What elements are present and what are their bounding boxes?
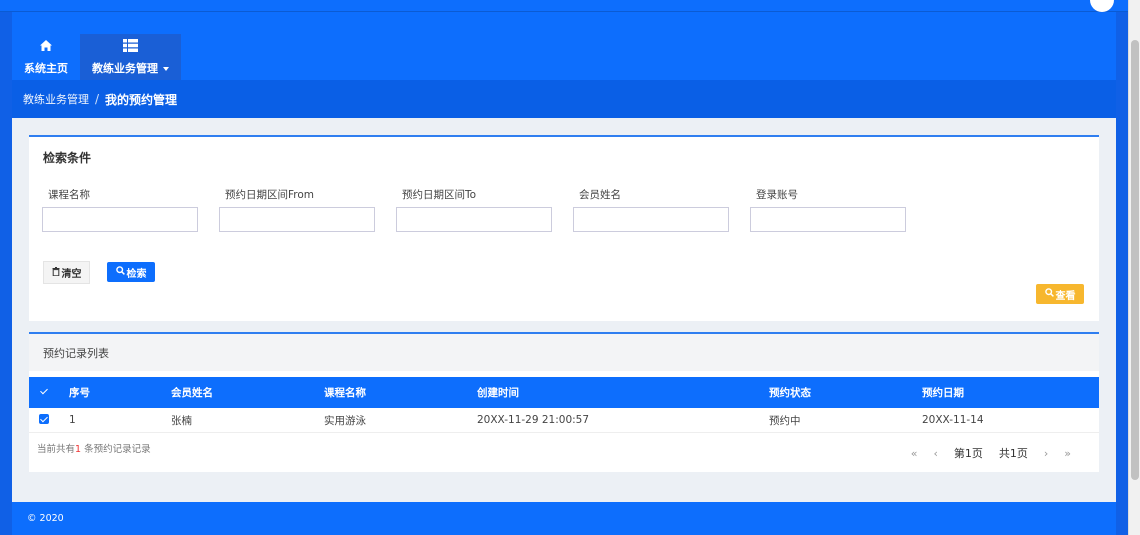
date-to-input[interactable] (396, 207, 552, 232)
scrollbar-thumb[interactable] (1131, 40, 1139, 480)
first-page-icon[interactable]: « (911, 447, 918, 460)
copyright: © 2020 (27, 513, 64, 524)
select-all-checkbox[interactable] (39, 386, 49, 396)
column-header[interactable]: 创建时间 (477, 385, 769, 400)
field-date-to: 预约日期区间To (396, 187, 552, 232)
footer: © 2020 (12, 502, 1116, 535)
cell-course: 实用游泳 (324, 414, 366, 427)
record-list-title: 预约记录列表 (29, 334, 1099, 371)
field-label: 预约日期区间To (402, 189, 477, 201)
field-label: 预约日期区间From (225, 189, 315, 201)
cell-no: 1 (69, 414, 76, 426)
column-header[interactable]: 预约状态 (769, 385, 922, 400)
search-panel: 检索条件 课程名称 预约日期区间From 预约日期区间To 会员姓名 登录账号 (29, 135, 1099, 321)
last-page-icon[interactable]: » (1064, 447, 1071, 460)
nav-item-home[interactable]: 系统主页 (12, 34, 80, 80)
field-date-from: 预约日期区间From (219, 187, 375, 232)
column-header[interactable]: 课程名称 (324, 385, 477, 400)
field-label: 课程名称 (48, 189, 90, 201)
member-name-input[interactable] (573, 207, 729, 232)
cell-status: 预约中 (769, 414, 801, 427)
main-content: 检索条件 课程名称 预约日期区间From 预约日期区间To 会员姓名 登录账号 (12, 118, 1116, 502)
search-button[interactable]: 检索 (107, 262, 155, 282)
date-from-input[interactable] (219, 207, 375, 232)
table-header-row: 序号 会员姓名 课程名称 创建时间 预约状态 预约日期 (29, 377, 1099, 408)
pagination: « ‹ 第1页 共1页 › » (903, 445, 1079, 461)
nav-item-coach-business[interactable]: 教练业务管理 (80, 34, 181, 80)
prev-page-icon[interactable]: ‹ (933, 447, 937, 460)
avatar[interactable] (1090, 0, 1114, 12)
top-header (0, 0, 1128, 12)
breadcrumb-separator: / (95, 92, 100, 106)
page-title: 我的预约管理 (105, 92, 178, 107)
row-checkbox[interactable] (39, 413, 49, 424)
clear-button[interactable]: 清空 (43, 261, 90, 284)
field-label: 会员姓名 (579, 189, 621, 201)
view-button-label: 查看 (1055, 290, 1076, 302)
column-header[interactable]: 预约日期 (922, 385, 1099, 400)
breadcrumb: 教练业务管理 / 我的预约管理 (12, 80, 1116, 118)
page-scrollbar[interactable] (1128, 0, 1140, 535)
chevron-down-icon (163, 66, 169, 71)
record-list-panel: 预约记录列表 序号 会员姓名 课程名称 创建时间 预约状态 预约日期 1 张楠 … (29, 332, 1099, 472)
search-icon (1044, 288, 1054, 300)
search-panel-title: 检索条件 (43, 151, 92, 165)
current-page: 第1页 (953, 447, 983, 460)
clear-button-label: 清空 (61, 269, 82, 280)
column-header[interactable]: 序号 (69, 385, 171, 400)
list-icon (123, 38, 138, 56)
login-account-input[interactable] (750, 207, 906, 232)
record-summary: 当前共有1 条预约记录记录 (37, 441, 151, 455)
field-login-account: 登录账号 (750, 187, 906, 232)
search-icon (115, 266, 125, 278)
search-button-label: 检索 (126, 268, 147, 280)
summary-prefix: 当前共有 (37, 444, 76, 455)
main-nav: 系统主页 教练业务管理 (12, 34, 181, 80)
course-name-input[interactable] (42, 207, 198, 232)
home-icon (39, 39, 53, 56)
cell-created: 20XX-11-29 21:00:57 (477, 414, 590, 426)
view-button[interactable]: 查看 (1036, 284, 1084, 304)
page-container: 系统主页 教练业务管理 教练业务管理 / 我的预约管理 检索条件 课程名称 预约… (12, 12, 1116, 535)
cell-member: 张楠 (171, 414, 192, 427)
cell-date: 20XX-11-14 (922, 414, 984, 426)
field-course-name: 课程名称 (42, 187, 198, 232)
summary-suffix: 条预约记录记录 (81, 444, 151, 455)
breadcrumb-parent[interactable]: 教练业务管理 (23, 91, 89, 107)
table-row[interactable]: 1 张楠 实用游泳 20XX-11-29 21:00:57 预约中 20XX-1… (29, 408, 1099, 433)
trash-icon (52, 266, 60, 279)
field-label: 登录账号 (756, 189, 798, 201)
nav-home-label: 系统主页 (24, 61, 68, 75)
nav-coach-business-label: 教练业务管理 (92, 61, 158, 75)
field-member-name: 会员姓名 (573, 187, 729, 232)
record-table: 序号 会员姓名 课程名称 创建时间 预约状态 预约日期 1 张楠 实用游泳 20… (29, 377, 1099, 433)
total-pages: 共1页 (998, 447, 1028, 460)
next-page-icon[interactable]: › (1044, 447, 1048, 460)
column-header[interactable]: 会员姓名 (171, 385, 324, 400)
